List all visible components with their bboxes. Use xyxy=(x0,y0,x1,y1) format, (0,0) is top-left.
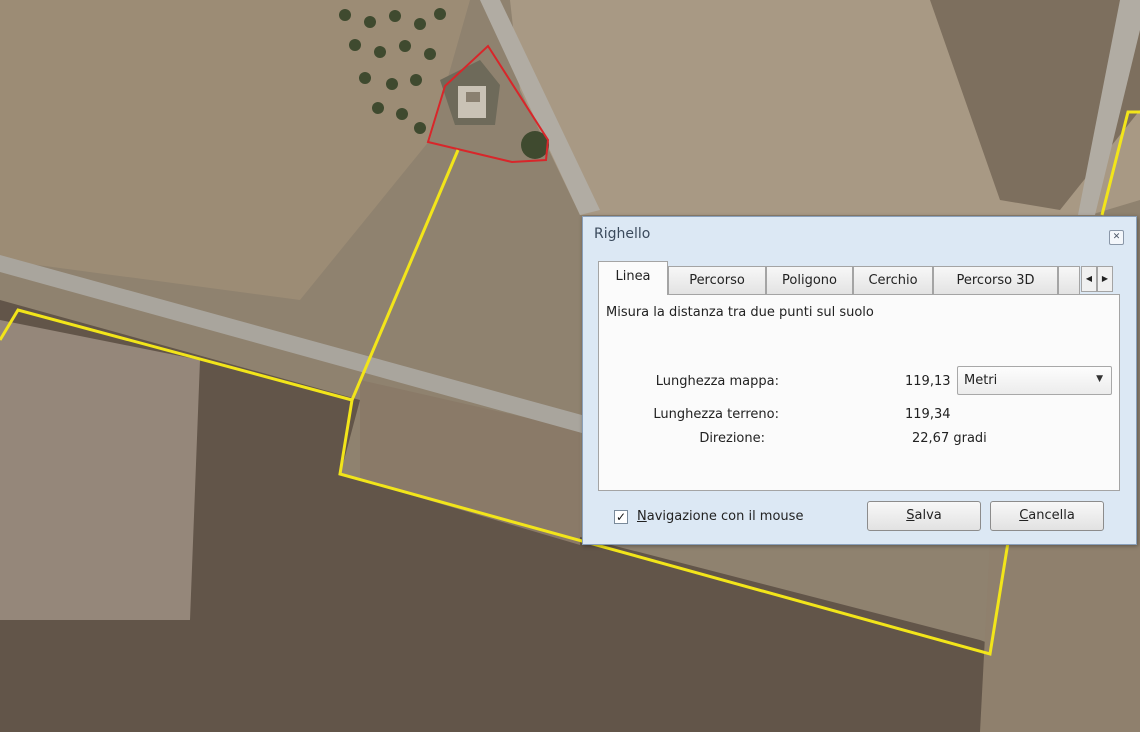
map-length-label: Lunghezza mappa: xyxy=(655,374,779,389)
tab-linea[interactable]: Linea xyxy=(598,261,668,295)
cancel-button[interactable]: Cancella xyxy=(990,501,1104,531)
tab-scroll-left-icon[interactable]: ◀ xyxy=(1081,266,1097,292)
dialog-title: Righello xyxy=(594,226,651,242)
chevron-down-icon: ▼ xyxy=(1096,374,1103,384)
tab-cerchio[interactable]: Cerchio xyxy=(853,266,933,294)
mouse-navigation-label[interactable]: Navigazione con il mouse xyxy=(637,509,803,524)
ruler-dialog: Righello ✕ Linea Percorso Poligono Cerch… xyxy=(582,216,1137,545)
close-icon[interactable]: ✕ xyxy=(1109,230,1124,245)
unit-select[interactable]: Metri ▼ xyxy=(957,366,1112,395)
panel-description: Misura la distanza tra due punti sul suo… xyxy=(606,305,874,320)
direction-label: Direzione: xyxy=(699,431,765,446)
ground-length-value: 119,34 xyxy=(905,407,951,422)
field-southeast xyxy=(980,520,1140,732)
field-southwest xyxy=(0,320,200,620)
tab-bar: Linea Percorso Poligono Cerchio Percorso… xyxy=(598,261,1118,295)
map-length-value: 119,13 xyxy=(905,374,951,389)
unit-select-value: Metri xyxy=(964,373,998,388)
tab-scroll-right-icon[interactable]: ▶ xyxy=(1097,266,1113,292)
mouse-navigation-checkbox[interactable]: ✓ xyxy=(614,510,628,524)
dialog-titlebar[interactable]: Righello ✕ xyxy=(583,217,1136,253)
direction-value: 22,67 gradi xyxy=(912,431,987,446)
ground-length-label: Lunghezza terreno: xyxy=(653,407,779,422)
tab-percorso[interactable]: Percorso xyxy=(668,266,766,294)
save-button[interactable]: Salva xyxy=(867,501,981,531)
tab-percorso-3d[interactable]: Percorso 3D xyxy=(933,266,1058,294)
linea-panel: Misura la distanza tra due punti sul suo… xyxy=(598,294,1120,491)
tab-poligono[interactable]: Poligono xyxy=(766,266,853,294)
tab-overflow xyxy=(1058,266,1080,294)
